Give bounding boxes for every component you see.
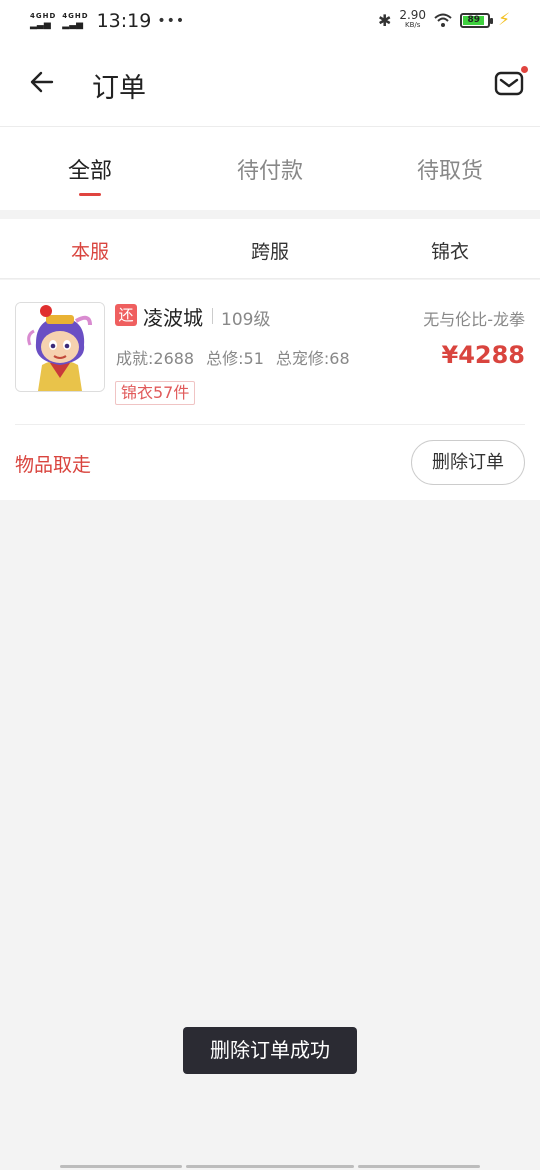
toast-message: 删除订单成功	[183, 1027, 357, 1074]
gesture-bar	[0, 1164, 540, 1170]
outfit-count-tag: 锦衣57件	[115, 381, 196, 405]
status-bar: 4GHD ▂▃▅ 4GHD ▂▃▅ 13:19 ••• ✱ 2.90 KB/s 89…	[0, 0, 540, 44]
bluetooth-icon: ✱	[377, 10, 392, 30]
page-title: 订单	[92, 73, 146, 104]
gesture-segment	[60, 1165, 182, 1168]
divider	[212, 308, 213, 324]
stat-achievement: 成就:2688	[116, 349, 195, 368]
clock: 13:19	[96, 10, 152, 32]
gesture-segment	[358, 1165, 480, 1168]
server-type-tabs: 本服 跨服 锦衣	[0, 219, 540, 279]
character-avatar	[15, 302, 105, 392]
battery-icon: 89	[460, 12, 494, 28]
wifi-icon	[434, 13, 452, 27]
tab-pending-payment[interactable]: 待付款	[180, 127, 360, 210]
server-name: 凌波城	[143, 306, 203, 330]
active-tab-indicator	[79, 193, 101, 196]
battery-level: 89	[463, 15, 485, 25]
subtab-local-server[interactable]: 本服	[0, 219, 180, 278]
mail-button[interactable]	[492, 66, 528, 100]
divider	[15, 424, 525, 425]
tab-pending-pickup[interactable]: 待取货	[360, 127, 540, 210]
character-stats: 成就:2688 总修:51 总宠修:68	[116, 345, 350, 369]
subtab-outfit[interactable]: 锦衣	[360, 219, 540, 278]
return-badge: 还	[115, 304, 137, 326]
order-status-tabs: 全部 待付款 待取货	[0, 127, 540, 210]
gesture-segment	[186, 1165, 354, 1168]
signal-strength-1: 4GHD ▂▃▅	[30, 12, 57, 30]
tab-all[interactable]: 全部	[0, 127, 180, 210]
character-level: 109级	[221, 310, 271, 330]
order-card[interactable]: 还 凌波城 109级 无与伦比-龙拳 成就:2688 总修:51 总宠修:68 …	[0, 280, 540, 500]
network-speed: 2.90 KB/s	[399, 8, 427, 29]
stat-pet-cultivation: 总宠修:68	[275, 349, 350, 368]
subtab-cross-server[interactable]: 跨服	[180, 219, 360, 278]
arrow-left-icon[interactable]	[26, 66, 58, 98]
character-name: 无与伦比-龙拳	[423, 310, 525, 329]
signal-strength-2: 4GHD ▂▃▅	[62, 12, 89, 30]
stat-cultivation: 总修:51	[206, 349, 264, 368]
order-status: 物品取走	[15, 454, 92, 476]
delete-order-button[interactable]: 删除订单	[411, 440, 525, 485]
order-price: ¥4288	[441, 341, 526, 369]
more-notifications-icon: •••	[157, 13, 186, 29]
page-header: 订单	[0, 44, 540, 127]
charging-icon: ⚡	[498, 10, 510, 30]
unread-dot	[521, 66, 528, 73]
